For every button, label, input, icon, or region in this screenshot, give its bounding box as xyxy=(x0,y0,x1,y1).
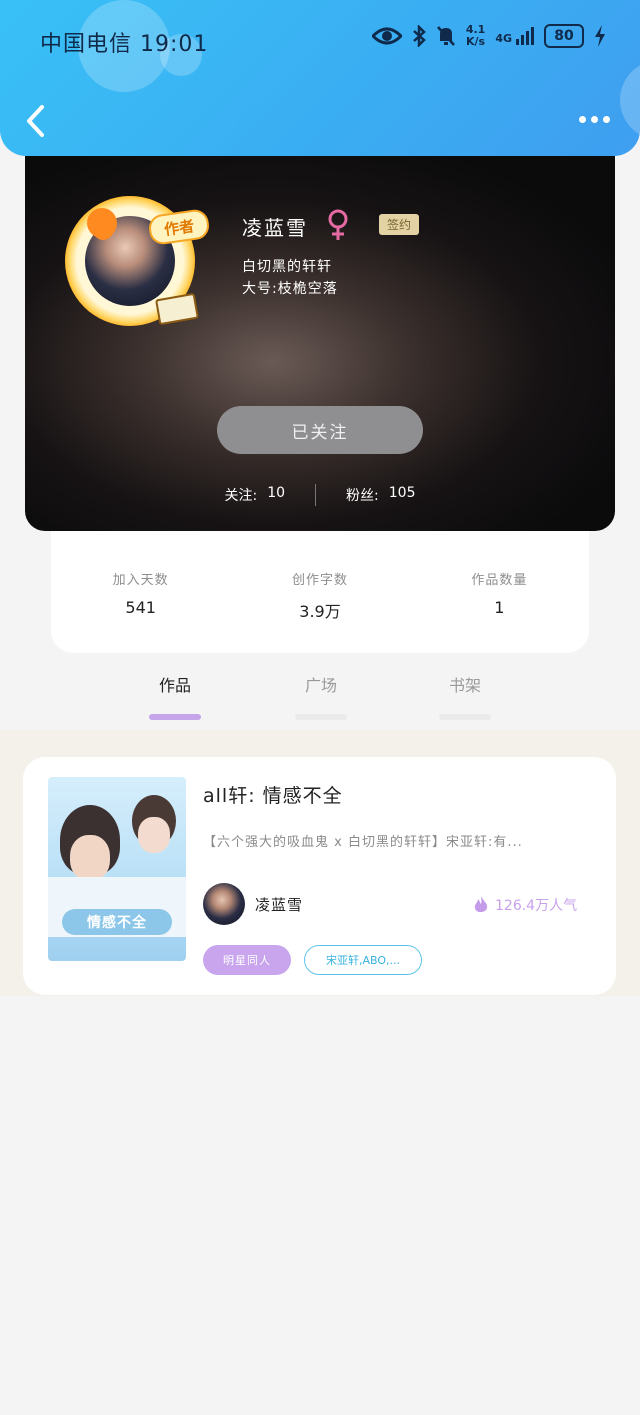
tab-works[interactable]: 作品 xyxy=(130,672,220,720)
fans-value: 105 xyxy=(388,485,416,501)
author-tag: 作者 xyxy=(147,207,211,247)
stat-work-count: 作品数量 1 xyxy=(410,531,589,653)
work-card[interactable]: 情感不全 all轩: 情感不全 【六个强大的吸血鬼 x 白切黑的轩轩】宋亚轩:有… xyxy=(23,757,616,995)
tag-category[interactable]: 明星同人 xyxy=(203,945,291,975)
work-title[interactable]: all轩: 情感不全 xyxy=(203,781,343,808)
divider xyxy=(315,484,317,506)
work-description: 【六个强大的吸血鬼 x 白切黑的轩轩】宋亚轩:有... xyxy=(203,835,523,850)
following-value: 10 xyxy=(267,485,286,501)
tab-square[interactable]: 广场 xyxy=(276,672,366,720)
female-icon xyxy=(328,209,348,240)
follow-button[interactable]: 已关注 xyxy=(217,406,423,454)
tab-indicator xyxy=(295,714,347,720)
stat-word-count: 创作字数 3.9万 xyxy=(230,531,409,653)
tab-label: 作品 xyxy=(158,676,191,695)
stat-value: 541 xyxy=(125,598,156,617)
status-icons: 4.1 K/s 4G 80 xyxy=(371,24,606,48)
following-label: 关注: xyxy=(224,488,258,504)
battery-icon: 80 xyxy=(544,24,584,48)
tab-label: 广场 xyxy=(304,676,337,695)
work-author-name: 凌蓝雪 xyxy=(255,895,304,914)
bio-line: 白切黑的轩轩 xyxy=(242,259,332,275)
stat-label: 加入天数 xyxy=(112,573,169,588)
avatar xyxy=(203,883,245,925)
back-icon[interactable] xyxy=(24,104,48,138)
book-icon xyxy=(155,292,199,326)
mute-bell-icon xyxy=(436,26,455,46)
decor-bubble xyxy=(620,60,640,140)
stat-join-days: 加入天数 541 xyxy=(51,531,230,653)
network-type: 4G xyxy=(495,32,512,45)
signal-icon: 4G xyxy=(495,27,534,45)
stats-card: 加入天数 541 创作字数 3.9万 作品数量 1 xyxy=(51,531,589,653)
follow-counts: 关注: 10 粉丝: 105 xyxy=(25,484,615,506)
eye-icon xyxy=(371,27,402,45)
profile-header: 作者 凌蓝雪 签约 白切黑的轩轩 大号:枝桅空落 已关注 关注: 10 粉丝: … xyxy=(25,156,615,531)
following-count[interactable]: 关注: 10 xyxy=(225,485,286,505)
author-name: 凌蓝雪 xyxy=(242,216,308,240)
tab-bookshelf[interactable]: 书架 xyxy=(420,672,510,720)
tab-indicator xyxy=(149,714,201,720)
net-speed: 4.1 K/s xyxy=(466,24,486,48)
stat-value: 1 xyxy=(494,598,505,617)
fans-label: 粉丝: xyxy=(346,488,379,504)
charging-icon xyxy=(595,25,605,47)
work-author[interactable]: 凌蓝雪 xyxy=(203,883,303,925)
net-speed-unit: K/s xyxy=(466,35,486,48)
popularity: 126.4万人气 xyxy=(473,895,577,915)
carrier-time: 中国电信 19:01 xyxy=(40,32,209,57)
battery-level: 80 xyxy=(554,28,574,44)
tab-label: 书架 xyxy=(448,676,481,695)
fans-count[interactable]: 粉丝: 105 xyxy=(346,485,415,505)
bluetooth-icon xyxy=(412,25,426,47)
more-dots-icon[interactable] xyxy=(579,116,610,123)
top-bar: 中国电信 19:01 4.1 K/s 4G 80 xyxy=(0,0,640,156)
stat-label: 创作字数 xyxy=(291,573,348,588)
flame-icon xyxy=(474,896,488,913)
popularity-value: 126.4万人气 xyxy=(495,898,578,914)
avatar-frame[interactable]: 作者 xyxy=(65,196,211,326)
cover-title: 情感不全 xyxy=(62,909,172,935)
stat-label: 作品数量 xyxy=(471,573,528,588)
stat-value: 3.9万 xyxy=(299,602,341,621)
tab-bar: 作品 广场 书架 xyxy=(0,672,640,722)
bio-line: 大号:枝桅空落 xyxy=(242,281,338,297)
tag-keywords[interactable]: 宋亚轩,ABO,... xyxy=(304,945,422,975)
tab-indicator xyxy=(439,714,491,720)
work-cover[interactable]: 情感不全 xyxy=(48,777,186,961)
signed-badge: 签约 xyxy=(379,214,419,235)
